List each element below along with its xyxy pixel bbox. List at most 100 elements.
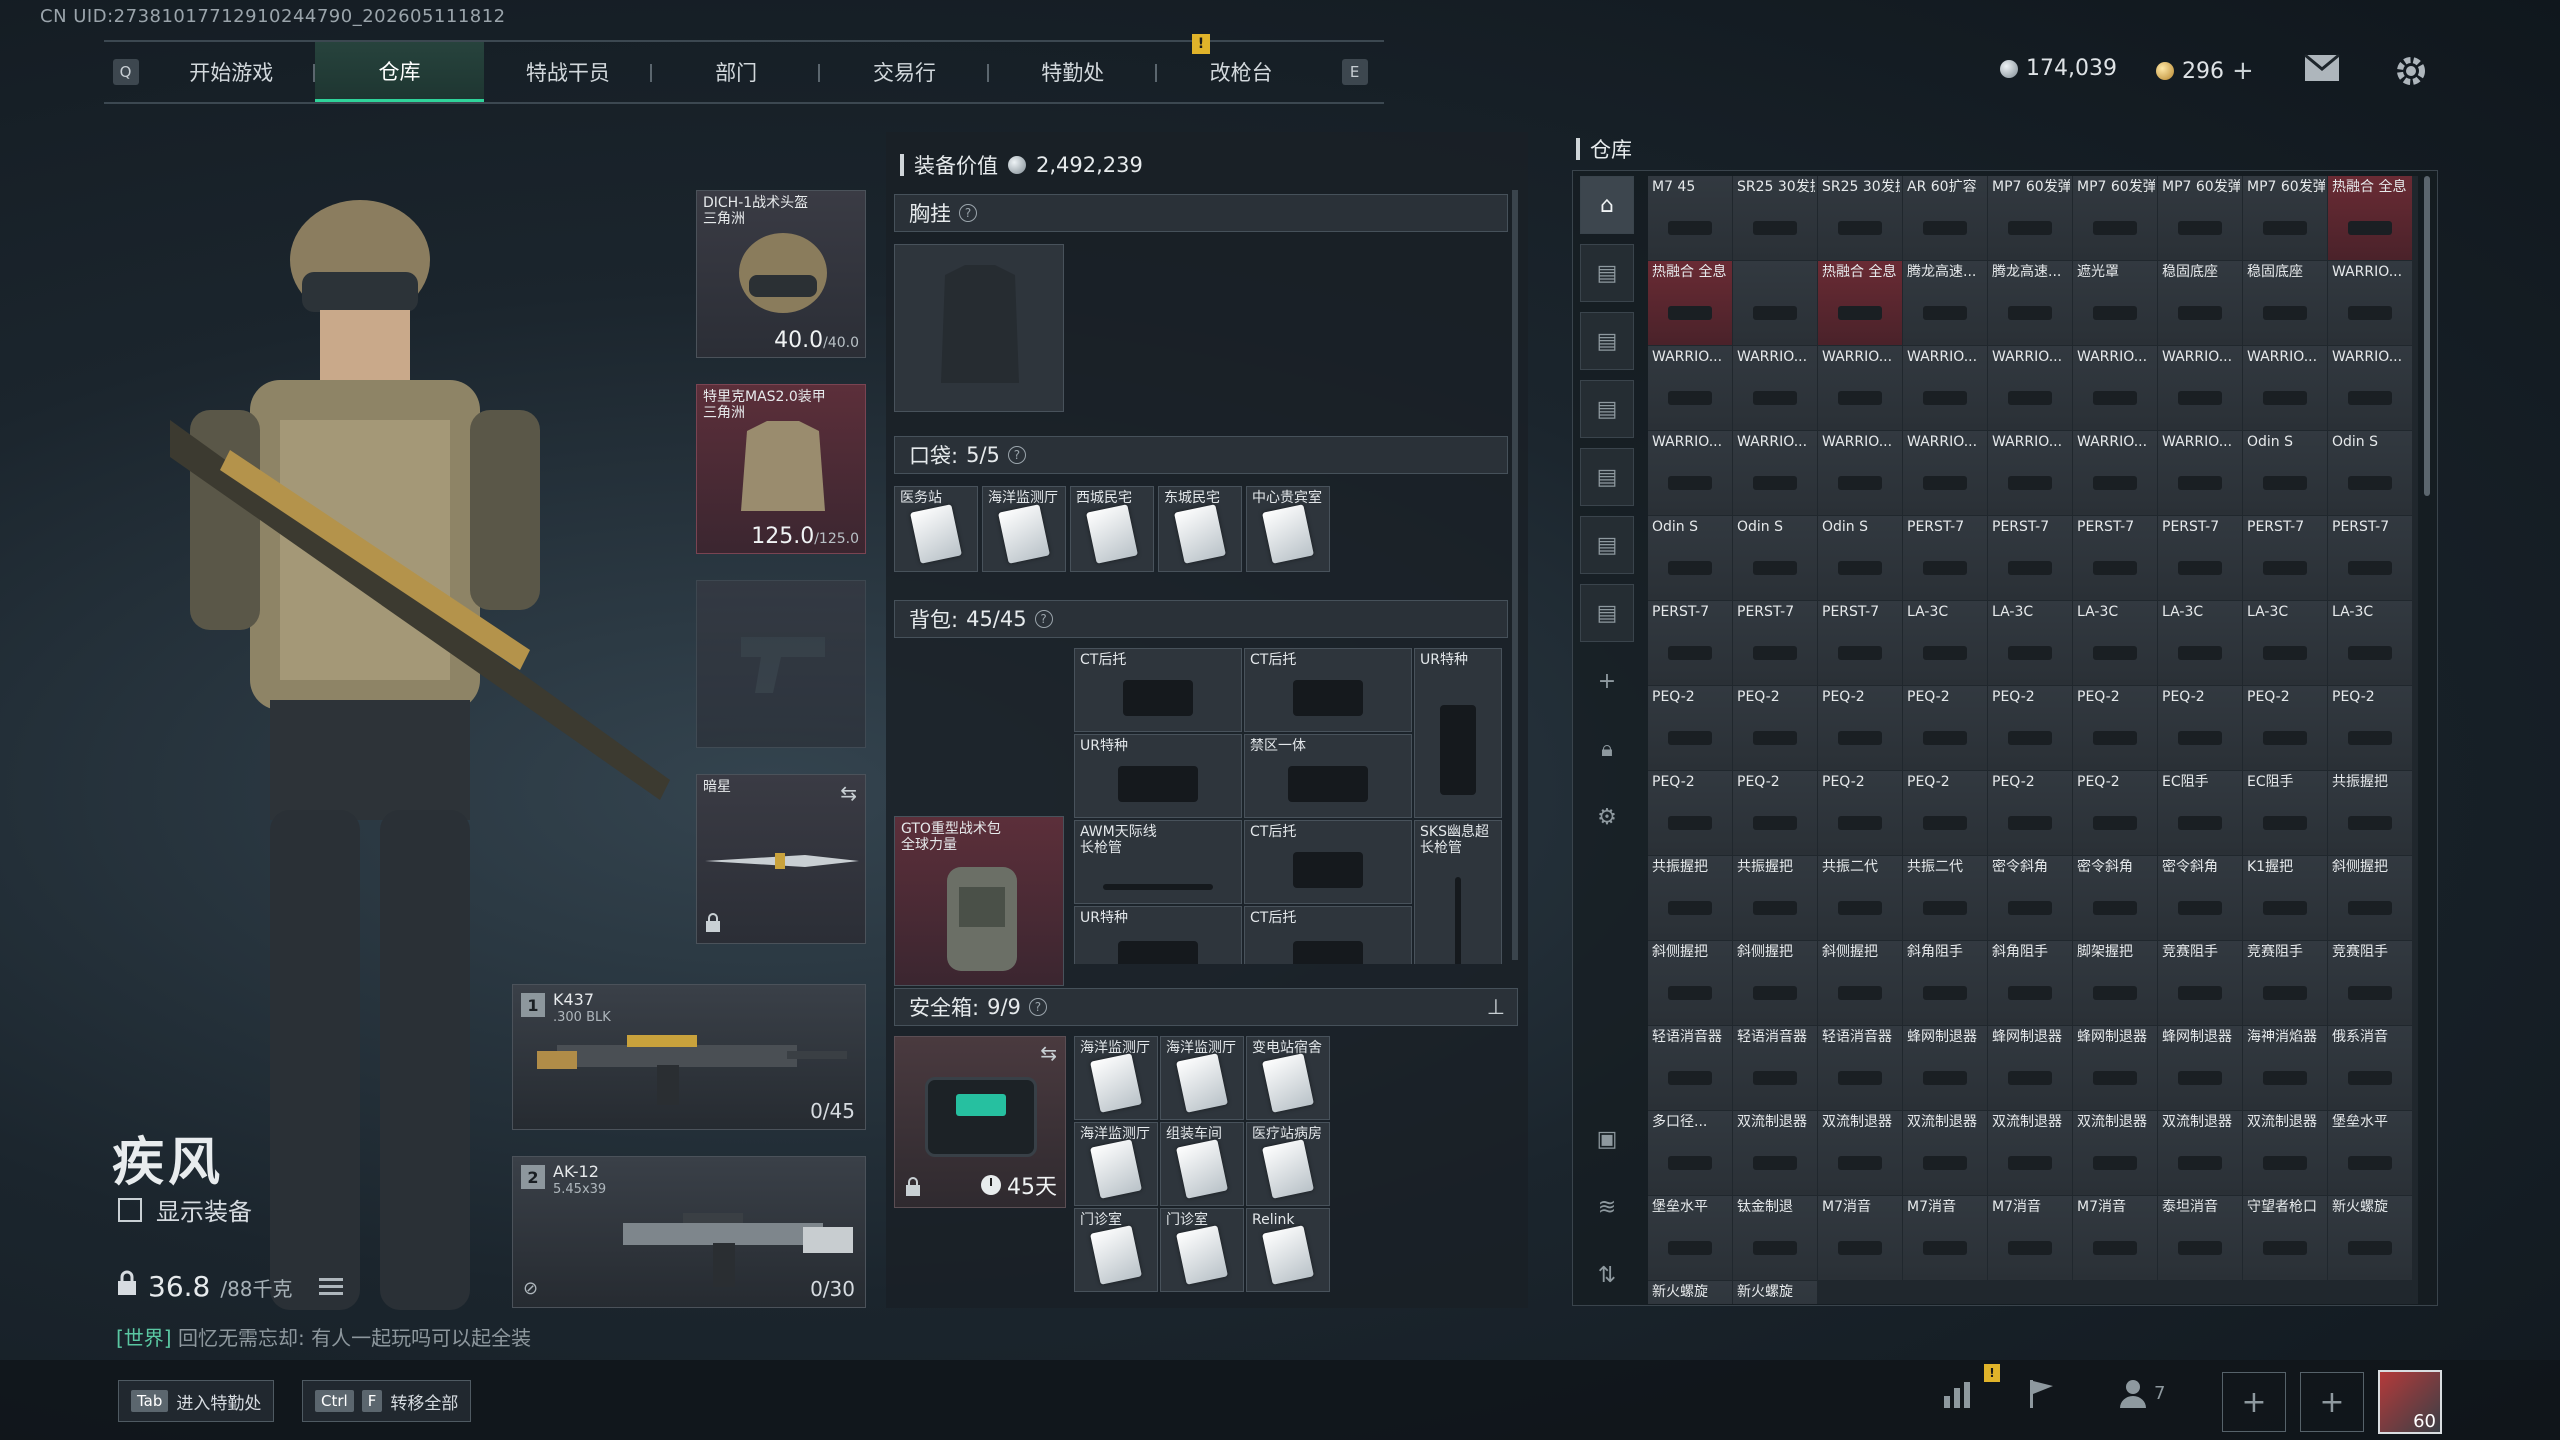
warehouse-item[interactable]: PEQ-2 (2158, 686, 2242, 770)
transfer-all-button[interactable]: Ctrl F 转移全部 (302, 1380, 472, 1422)
warehouse-item[interactable]: 多口径... (1648, 1111, 1732, 1195)
safe-item[interactable]: 海洋监测厅 (1074, 1036, 1158, 1120)
warehouse-item[interactable]: WARRIO... (1988, 431, 2072, 515)
warehouse-item[interactable]: LA-3C (2073, 601, 2157, 685)
safe-item[interactable]: 门诊室 (1160, 1208, 1244, 1292)
warehouse-item[interactable]: Odin S (2328, 431, 2412, 515)
loadout-scrollbar[interactable] (1512, 190, 1518, 960)
warehouse-item[interactable]: EC阻手 (2158, 771, 2242, 855)
tab-start-game[interactable]: 开始游戏 (147, 42, 316, 102)
warehouse-item[interactable]: PEQ-2 (1903, 771, 1987, 855)
warehouse-item[interactable]: 蜂网制退器 (1903, 1026, 1987, 1110)
warehouse-item[interactable]: 堡垒水平 (1648, 1196, 1732, 1280)
warehouse-item[interactable]: 双流制退器 (1733, 1111, 1817, 1195)
warehouse-item[interactable]: 稳固底座 (2158, 261, 2242, 345)
warehouse-item[interactable]: 蜂网制退器 (2073, 1026, 2157, 1110)
safe-item[interactable]: 门诊室 (1074, 1208, 1158, 1292)
warehouse-item[interactable]: PEQ-2 (1988, 771, 2072, 855)
warehouse-item[interactable]: WARRIO... (1988, 346, 2072, 430)
warehouse-item[interactable]: 泰坦消音 (2158, 1196, 2242, 1280)
warehouse-item[interactable]: PERST-7 (1903, 516, 1987, 600)
warehouse-item[interactable]: WARRIO... (2158, 346, 2242, 430)
warehouse-item[interactable]: PEQ-2 (2243, 686, 2327, 770)
tab-department[interactable]: 部门 (652, 42, 821, 102)
warehouse-page-4-tab[interactable]: ▤ (1580, 448, 1634, 506)
warehouse-item[interactable]: 竞赛阻手 (2328, 941, 2412, 1025)
swap-icon[interactable]: ⇆ (840, 781, 857, 805)
safe-item[interactable]: 海洋监测厅 (1074, 1122, 1158, 1206)
help-icon[interactable]: ? (959, 204, 977, 222)
warehouse-item[interactable]: PEQ-2 (1733, 686, 1817, 770)
pocket-item[interactable]: 海洋监测厅 (982, 486, 1066, 572)
list-icon[interactable] (318, 1270, 343, 1303)
warehouse-item[interactable]: 双流制退器 (2158, 1111, 2242, 1195)
warehouse-item[interactable]: WARRIO... (1648, 431, 1732, 515)
add-currency-button[interactable]: + (2232, 56, 2254, 86)
warehouse-item[interactable]: 双流制退器 (1903, 1111, 1987, 1195)
invite-slot-button[interactable]: + (2300, 1372, 2364, 1432)
backpack-item[interactable]: CT后托 (1244, 906, 1412, 964)
warehouse-item[interactable]: 蜂网制退器 (2158, 1026, 2242, 1110)
warehouse-item[interactable]: PERST-7 (2328, 516, 2412, 600)
warehouse-item[interactable]: 轻语消音器 (1818, 1026, 1902, 1110)
sort-icon[interactable]: ⇅ (1580, 1246, 1634, 1304)
safe-item[interactable]: 医疗站病房 (1246, 1122, 1330, 1206)
world-chat[interactable]: [世界] 回忆无需忘却: 有人一起玩吗可以起全装 (116, 1322, 531, 1351)
backpack-item[interactable]: SKS幽息超长枪管 (1414, 820, 1502, 964)
warehouse-item[interactable]: 共振二代 (1903, 856, 1987, 940)
warehouse-item[interactable]: 轻语消音器 (1648, 1026, 1732, 1110)
warehouse-item[interactable]: PEQ-2 (1648, 771, 1732, 855)
warehouse-scrollbar[interactable] (2424, 176, 2430, 496)
help-icon[interactable]: ? (1034, 610, 1053, 628)
warehouse-item[interactable]: PERST-7 (1818, 601, 1902, 685)
show-equipment-checkbox[interactable] (118, 1197, 142, 1222)
warehouse-item[interactable]: WARRIO... (1903, 346, 1987, 430)
warehouse-item[interactable]: MP7 60发弹鼓 (2073, 176, 2157, 260)
tab-operators[interactable]: 特战干员 (484, 42, 653, 102)
warehouse-page-3-tab[interactable]: ▤ (1580, 380, 1634, 438)
primary-weapon-slot[interactable]: 1 K437.300 BLK 0/45 (512, 984, 866, 1130)
warehouse-item[interactable]: 密令斜角 (2158, 856, 2242, 940)
backpack-item[interactable]: CT后托 (1074, 648, 1242, 732)
warehouse-item[interactable]: 双流制退器 (1818, 1111, 1902, 1195)
mail-icon[interactable] (2304, 53, 2340, 90)
warehouse-item[interactable]: 斜侧握把 (1818, 941, 1902, 1025)
warehouse-item[interactable]: LA-3C (2158, 601, 2242, 685)
safe-item[interactable]: Relink (1246, 1208, 1330, 1292)
friends-button[interactable]: 7 (2118, 1378, 2165, 1408)
warehouse-item[interactable]: 轻语消音器 (1733, 1026, 1817, 1110)
backpack-slot[interactable]: GTO重型战术包 全球力量 (894, 816, 1064, 986)
warehouse-item[interactable]: 斜侧握把 (1648, 941, 1732, 1025)
warehouse-item[interactable]: PERST-7 (1733, 601, 1817, 685)
helmet-slot[interactable]: DICH-1战术头盔 三角洲 40.0/40.0 (696, 190, 866, 358)
warehouse-page-5-tab[interactable]: ▤ (1580, 516, 1634, 574)
warehouse-page-1-tab[interactable]: ▤ (1580, 244, 1634, 302)
warehouse-item[interactable]: LA-3C (1988, 601, 2072, 685)
warehouse-page-6-tab[interactable]: ▤ (1580, 584, 1634, 642)
safe-box-slot[interactable]: ⇆ 45天 (894, 1036, 1066, 1208)
warehouse-item[interactable]: 双流制退器 (2243, 1111, 2327, 1195)
warehouse-item[interactable]: 守望者枪口 (2243, 1196, 2327, 1280)
warehouse-item[interactable]: WARRIO... (2073, 346, 2157, 430)
swap-icon[interactable]: ⇆ (1040, 1041, 1057, 1065)
warehouse-item[interactable]: AR 60扩容 (1903, 176, 1987, 260)
warehouse-item[interactable]: 稳固底座 (2243, 261, 2327, 345)
warehouse-item[interactable]: Odin S (1733, 516, 1817, 600)
warehouse-item[interactable]: 俄系消音 (2328, 1026, 2412, 1110)
warehouse-item[interactable]: PEQ-2 (2073, 686, 2157, 770)
warehouse-item[interactable]: 密令斜角 (1988, 856, 2072, 940)
pistol-slot[interactable] (696, 580, 866, 748)
warehouse-item[interactable]: PERST-7 (1648, 601, 1732, 685)
warehouse-item[interactable]: 密令斜角 (2073, 856, 2157, 940)
tab-gunsmith[interactable]: 改枪台 (1157, 42, 1325, 102)
warehouse-item[interactable]: 脚架握把 (2073, 941, 2157, 1025)
warehouse-item[interactable]: PERST-7 (2243, 516, 2327, 600)
warehouse-item[interactable]: Odin S (2243, 431, 2327, 515)
warehouse-item[interactable]: SR25 30发扩容弹匣 (1818, 176, 1902, 260)
warehouse-home-tab[interactable]: ⌂ (1580, 176, 1634, 234)
warehouse-item[interactable]: 共振握把 (2328, 771, 2412, 855)
warehouse-item[interactable]: WARRIO... (1818, 346, 1902, 430)
warehouse-item[interactable]: WARRIO... (2243, 346, 2327, 430)
screenshot-icon[interactable]: ▣ (1580, 1110, 1634, 1168)
warehouse-item[interactable]: 斜角阻手 (1903, 941, 1987, 1025)
